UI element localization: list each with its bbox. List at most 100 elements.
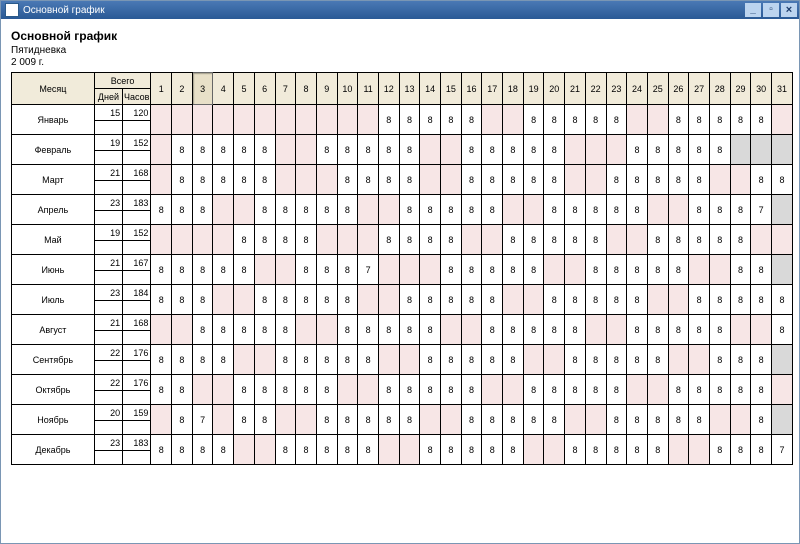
cell-10-23[interactable]: 8 xyxy=(606,405,627,435)
cell-3-20[interactable]: 8 xyxy=(544,195,565,225)
calendar-table[interactable]: МесяцВсего123456789101112131415161718192… xyxy=(11,72,793,465)
cell-6-9[interactable]: 8 xyxy=(316,285,337,315)
cell-0-20[interactable]: 8 xyxy=(544,105,565,135)
col-day-11[interactable]: 11 xyxy=(358,73,379,105)
cell-4-1[interactable] xyxy=(151,225,172,255)
month-1[interactable]: Февраль xyxy=(12,135,95,165)
cell-0-11[interactable] xyxy=(358,105,379,135)
cell-3-19[interactable] xyxy=(523,195,544,225)
cell-0-15[interactable]: 8 xyxy=(441,105,462,135)
cell-11-20[interactable] xyxy=(544,435,565,465)
col-day-23[interactable]: 23 xyxy=(606,73,627,105)
cell-10-2[interactable]: 8 xyxy=(172,405,193,435)
cell-11-21[interactable]: 8 xyxy=(565,435,586,465)
cell-4-22[interactable]: 8 xyxy=(585,225,606,255)
col-day-15[interactable]: 15 xyxy=(441,73,462,105)
cell-2-16[interactable]: 8 xyxy=(461,165,482,195)
month-4-hours-sub[interactable] xyxy=(123,241,151,255)
cell-0-30[interactable]: 8 xyxy=(751,105,772,135)
cell-9-2[interactable]: 8 xyxy=(172,375,193,405)
cell-0-8[interactable] xyxy=(296,105,317,135)
cell-10-14[interactable] xyxy=(420,405,441,435)
cell-1-28[interactable]: 8 xyxy=(709,135,730,165)
col-day-16[interactable]: 16 xyxy=(461,73,482,105)
col-day-12[interactable]: 12 xyxy=(378,73,399,105)
cell-9-23[interactable]: 8 xyxy=(606,375,627,405)
cell-4-4[interactable] xyxy=(213,225,234,255)
cell-3-25[interactable] xyxy=(647,195,668,225)
month-7-hours[interactable]: 168 xyxy=(123,315,151,331)
cell-11-29[interactable]: 8 xyxy=(730,435,751,465)
cell-8-10[interactable]: 8 xyxy=(337,345,358,375)
cell-4-29[interactable]: 8 xyxy=(730,225,751,255)
cell-8-23[interactable]: 8 xyxy=(606,345,627,375)
cell-3-10[interactable]: 8 xyxy=(337,195,358,225)
cell-5-19[interactable]: 8 xyxy=(523,255,544,285)
cell-11-3[interactable]: 8 xyxy=(192,435,213,465)
month-10[interactable]: Ноябрь xyxy=(12,405,95,435)
cell-9-10[interactable] xyxy=(337,375,358,405)
cell-10-15[interactable] xyxy=(441,405,462,435)
cell-2-9[interactable] xyxy=(316,165,337,195)
month-1-days-sub[interactable] xyxy=(94,151,122,165)
cell-10-22[interactable] xyxy=(585,405,606,435)
cell-0-12[interactable]: 8 xyxy=(378,105,399,135)
month-2[interactable]: Март xyxy=(12,165,95,195)
cell-6-18[interactable] xyxy=(503,285,524,315)
col-day-24[interactable]: 24 xyxy=(627,73,648,105)
cell-6-28[interactable]: 8 xyxy=(709,285,730,315)
cell-4-11[interactable] xyxy=(358,225,379,255)
col-day-18[interactable]: 18 xyxy=(503,73,524,105)
cell-8-17[interactable]: 8 xyxy=(482,345,503,375)
cell-10-5[interactable]: 8 xyxy=(234,405,255,435)
cell-2-5[interactable]: 8 xyxy=(234,165,255,195)
cell-7-24[interactable]: 8 xyxy=(627,315,648,345)
cell-3-31[interactable] xyxy=(772,195,793,225)
cell-7-6[interactable]: 8 xyxy=(254,315,275,345)
cell-9-3[interactable] xyxy=(192,375,213,405)
month-6-hours[interactable]: 184 xyxy=(123,285,151,301)
cell-6-16[interactable]: 8 xyxy=(461,285,482,315)
cell-11-22[interactable]: 8 xyxy=(585,435,606,465)
cell-3-23[interactable]: 8 xyxy=(606,195,627,225)
cell-7-9[interactable] xyxy=(316,315,337,345)
cell-5-20[interactable] xyxy=(544,255,565,285)
cell-11-27[interactable] xyxy=(689,435,710,465)
cell-5-9[interactable]: 8 xyxy=(316,255,337,285)
cell-8-5[interactable] xyxy=(234,345,255,375)
cell-4-12[interactable]: 8 xyxy=(378,225,399,255)
cell-1-8[interactable] xyxy=(296,135,317,165)
cell-5-25[interactable]: 8 xyxy=(647,255,668,285)
cell-11-4[interactable]: 8 xyxy=(213,435,234,465)
cell-9-30[interactable]: 8 xyxy=(751,375,772,405)
cell-8-8[interactable]: 8 xyxy=(296,345,317,375)
cell-0-22[interactable]: 8 xyxy=(585,105,606,135)
cell-3-2[interactable]: 8 xyxy=(172,195,193,225)
cell-1-19[interactable]: 8 xyxy=(523,135,544,165)
cell-6-1[interactable]: 8 xyxy=(151,285,172,315)
cell-7-8[interactable] xyxy=(296,315,317,345)
cell-10-16[interactable]: 8 xyxy=(461,405,482,435)
cell-8-30[interactable]: 8 xyxy=(751,345,772,375)
cell-3-15[interactable]: 8 xyxy=(441,195,462,225)
month-6-hours-sub[interactable] xyxy=(123,301,151,315)
month-8-hours-sub[interactable] xyxy=(123,361,151,375)
cell-5-24[interactable]: 8 xyxy=(627,255,648,285)
cell-11-6[interactable] xyxy=(254,435,275,465)
cell-4-21[interactable]: 8 xyxy=(565,225,586,255)
cell-8-27[interactable] xyxy=(689,345,710,375)
cell-4-30[interactable] xyxy=(751,225,772,255)
cell-7-7[interactable]: 8 xyxy=(275,315,296,345)
cell-6-7[interactable]: 8 xyxy=(275,285,296,315)
month-5-days[interactable]: 21 xyxy=(94,255,122,271)
cell-6-6[interactable]: 8 xyxy=(254,285,275,315)
cell-3-8[interactable]: 8 xyxy=(296,195,317,225)
cell-6-4[interactable] xyxy=(213,285,234,315)
month-9-days-sub[interactable] xyxy=(94,391,122,405)
cell-5-28[interactable] xyxy=(709,255,730,285)
cell-0-26[interactable]: 8 xyxy=(668,105,689,135)
titlebar[interactable]: Основной график _ ▫ × xyxy=(1,1,799,19)
cell-6-23[interactable]: 8 xyxy=(606,285,627,315)
cell-5-26[interactable]: 8 xyxy=(668,255,689,285)
cell-4-17[interactable] xyxy=(482,225,503,255)
